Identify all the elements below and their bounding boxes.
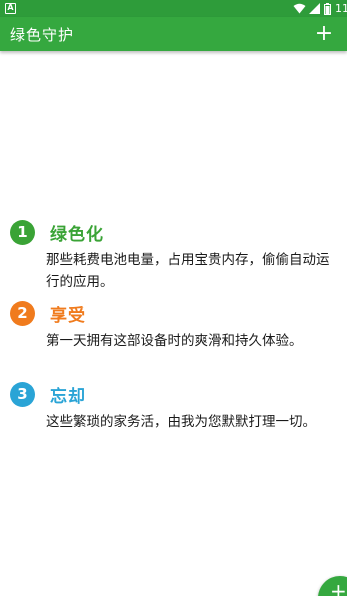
number-badge: 1	[10, 219, 35, 245]
signal-icon	[309, 3, 320, 14]
feature-title: 享受	[50, 305, 86, 326]
notification-icon: A	[5, 3, 16, 14]
status-time: 11	[335, 2, 347, 15]
number-badge: 2	[10, 300, 35, 326]
page-title: 绿色守护	[10, 26, 75, 44]
feature-title: 忘却	[50, 386, 86, 407]
wifi-icon	[293, 3, 306, 14]
app-bar: 绿色守护 +	[0, 17, 347, 51]
status-bar: A 11	[0, 0, 347, 17]
feature-description: 这些繁琐的家务活，由我为您默默打理一切。	[46, 414, 316, 430]
feature-header: 3 忘却	[10, 381, 86, 407]
feature-title: 绿色化	[50, 224, 104, 245]
screen: A 11 绿色守护 + 1 绿色化 那些耗费电池电量，占用宝贵内存，偷偷自动运行…	[0, 0, 347, 596]
feature-header: 1 绿色化	[10, 219, 104, 245]
feature-header: 2 享受	[10, 300, 86, 326]
floating-action-button[interactable]: +	[318, 576, 347, 596]
number-badge: 3	[10, 381, 35, 407]
add-button[interactable]: +	[313, 23, 335, 45]
battery-icon	[324, 2, 331, 15]
status-icons: 11	[293, 2, 347, 15]
feature-description: 那些耗费电池电量，占用宝贵内存，偷偷自动运行的应用。	[46, 252, 330, 290]
feature-description: 第一天拥有这部设备时的爽滑和持久体验。	[46, 333, 303, 349]
